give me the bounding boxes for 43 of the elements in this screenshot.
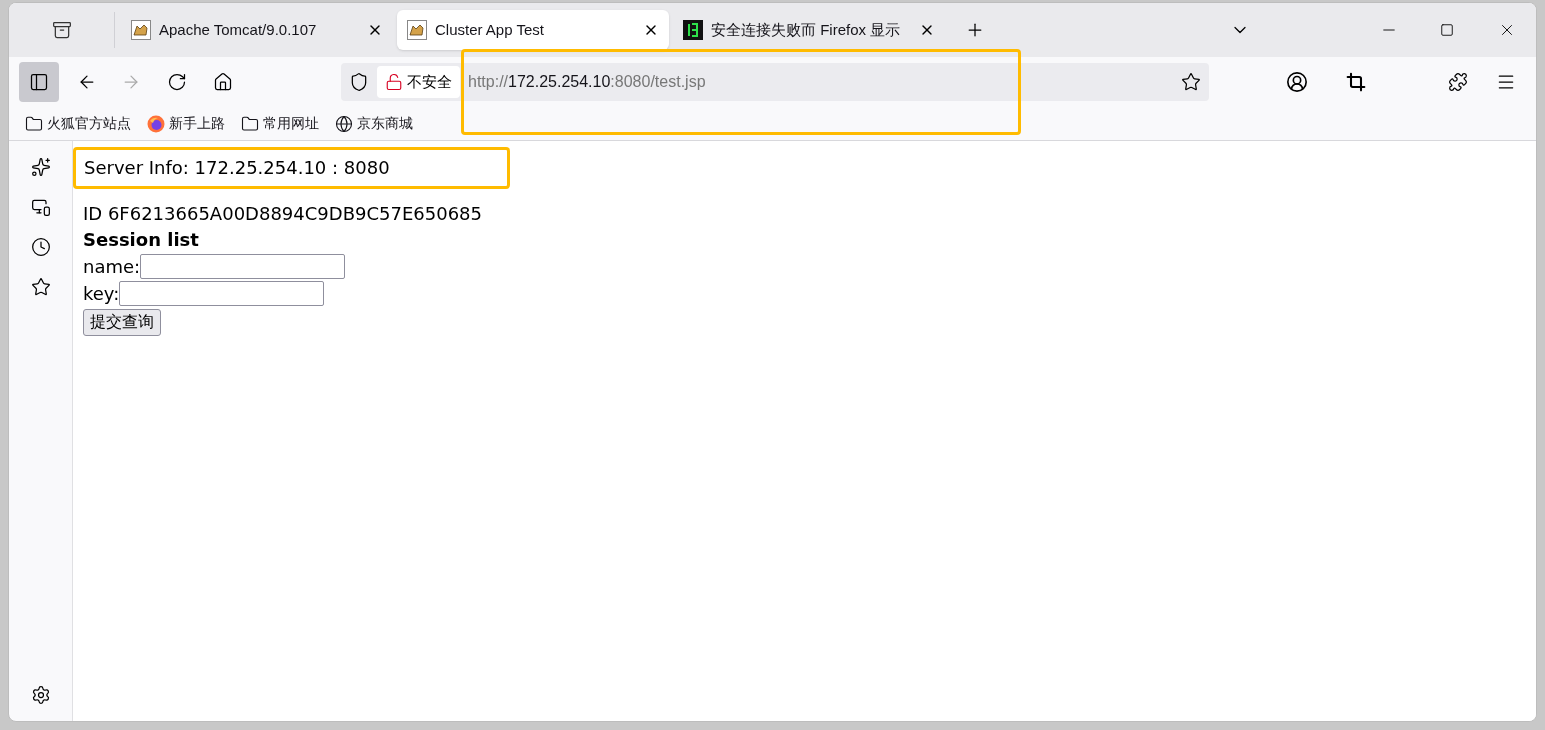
browser-tab[interactable]: 安全连接失败而 Firefox 显示 — [673, 10, 945, 50]
server-info: Server Info: 172.25.254.10 : 8080 — [84, 156, 390, 180]
session-id: ID 6F6213665A00D8894C9DB9C57E650685 — [83, 202, 483, 226]
url-text[interactable]: http://172.25.254.10:8080/test.jsp — [468, 70, 706, 94]
tab-title: Cluster App Test — [435, 19, 545, 40]
security-label[interactable]: 不安全 — [377, 66, 460, 98]
bookmarks-icon[interactable] — [30, 277, 51, 297]
browser-tab[interactable]: Cluster App Test — [397, 10, 669, 50]
terminal-icon — [683, 20, 703, 40]
browser-tab[interactable]: Apache Tomcat/9.0.107 — [121, 10, 393, 50]
globe-icon — [335, 114, 353, 133]
fox-icon — [147, 114, 165, 133]
bookmark-item[interactable]: 火狐官方站点 — [25, 113, 131, 134]
settings-icon[interactable] — [30, 685, 51, 705]
reload-icon[interactable] — [167, 72, 187, 92]
bookmark-item[interactable]: 京东商城 — [335, 113, 413, 134]
bookmark-item[interactable]: 新手上路 — [147, 113, 225, 134]
shield-icon[interactable] — [349, 72, 369, 92]
section-heading: Session list — [83, 228, 200, 252]
sidebar-toggle[interactable] — [19, 62, 59, 102]
tab-title: Apache Tomcat/9.0.107 — [159, 19, 318, 40]
tab-title: 安全连接失败而 Firefox 显示 — [711, 19, 902, 40]
unlocked-icon — [385, 73, 403, 91]
field-label: key: — [83, 281, 120, 306]
maximize-icon[interactable] — [1440, 23, 1454, 37]
field-label: name: — [83, 254, 141, 279]
extensions-icon[interactable] — [1448, 72, 1468, 92]
crop-icon[interactable] — [1346, 72, 1366, 92]
address-bar[interactable]: 不安全 http://172.25.254.10:8080/test.jsp — [341, 63, 1209, 101]
folder-icon — [241, 114, 259, 133]
submit-button[interactable]: 提交查询 — [83, 308, 161, 336]
folder-icon — [25, 114, 43, 133]
home-icon[interactable] — [213, 72, 233, 92]
star-icon[interactable] — [1181, 72, 1201, 92]
sidebar-icon — [29, 72, 49, 92]
history-icon[interactable] — [30, 237, 51, 257]
account-icon[interactable] — [1286, 71, 1308, 93]
bookmark-item[interactable]: 常用网址 — [241, 113, 319, 134]
sparkle-icon[interactable] — [30, 157, 51, 177]
devices-icon[interactable] — [30, 197, 51, 217]
input-field[interactable] — [140, 254, 346, 279]
tab-list-icon[interactable] — [51, 20, 72, 40]
input-field[interactable] — [119, 281, 325, 306]
